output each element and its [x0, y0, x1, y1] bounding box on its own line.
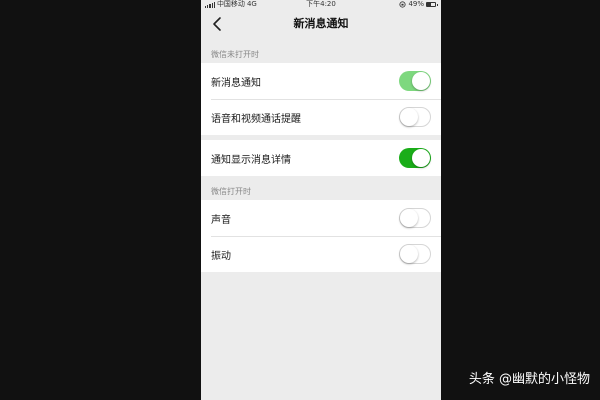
toggle-show-details[interactable]	[399, 148, 431, 168]
lock-rotation-icon	[399, 1, 407, 8]
screen: 中国移动 4G 下午4:20 49% 新消息通知 微信未打开时 新消息通知 语音…	[0, 0, 600, 400]
setting-row-call-reminder: 语音和视频通话提醒	[201, 99, 441, 135]
battery-percent: 49%	[408, 0, 424, 8]
nav-bar: 新消息通知	[201, 9, 441, 39]
toggle-new-message[interactable]	[399, 71, 431, 91]
toggle-knob	[400, 209, 418, 227]
setting-row-show-details: 通知显示消息详情	[201, 140, 441, 176]
toggle-knob	[400, 108, 418, 126]
setting-label: 新消息通知	[211, 77, 261, 89]
settings-group-closed: 新消息通知 语音和视频通话提醒	[201, 63, 441, 135]
setting-label: 语音和视频通话提醒	[211, 113, 301, 125]
setting-row-vibration: 振动	[201, 236, 441, 272]
toggle-call-reminder[interactable]	[399, 107, 431, 127]
status-bar: 中国移动 4G 下午4:20 49%	[201, 0, 441, 9]
setting-label: 振动	[211, 250, 231, 262]
settings-group-open: 声音 振动	[201, 200, 441, 272]
watermark: 头条 @幽默的小怪物	[468, 372, 590, 387]
toggle-sound[interactable]	[399, 208, 431, 228]
toggle-knob	[412, 149, 430, 167]
toggle-knob	[412, 72, 430, 90]
section-title-closed: 微信未打开时	[211, 50, 259, 59]
setting-row-new-message: 新消息通知	[201, 63, 441, 99]
toggle-vibration[interactable]	[399, 244, 431, 264]
section-title-open: 微信打开时	[211, 187, 251, 196]
battery-icon	[426, 2, 438, 7]
settings-group-details: 通知显示消息详情	[201, 140, 441, 176]
toggle-knob	[400, 245, 418, 263]
status-right: 49%	[399, 0, 438, 9]
phone-screen: 中国移动 4G 下午4:20 49% 新消息通知 微信未打开时 新消息通知 语音…	[201, 0, 441, 400]
page-title: 新消息通知	[293, 17, 349, 30]
setting-row-sound: 声音	[201, 200, 441, 236]
setting-label: 声音	[211, 214, 231, 226]
setting-label: 通知显示消息详情	[211, 154, 291, 166]
